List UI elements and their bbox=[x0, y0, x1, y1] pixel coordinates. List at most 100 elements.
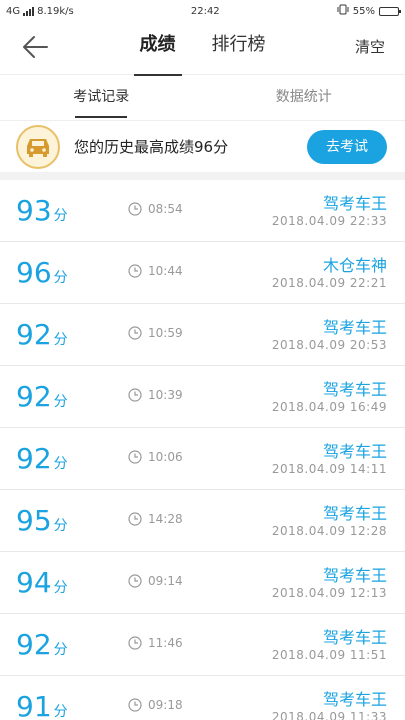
score-value: 92 bbox=[16, 442, 52, 475]
record-row[interactable]: 92 分 10:39 驾考车王 2018.04.09 16:49 bbox=[0, 366, 405, 428]
record-score: 95 分 bbox=[16, 504, 68, 543]
record-duration: 08:54 bbox=[128, 202, 183, 216]
record-duration: 11:46 bbox=[128, 636, 183, 650]
score-value: 91 bbox=[16, 690, 52, 720]
score-unit: 分 bbox=[53, 208, 68, 224]
record-duration: 10:06 bbox=[128, 450, 183, 464]
record-title: 驾考车王 bbox=[322, 566, 387, 585]
start-exam-button[interactable]: 去考试 bbox=[307, 129, 387, 164]
record-duration: 09:14 bbox=[128, 574, 183, 588]
record-title: 驾考车王 bbox=[322, 380, 387, 399]
sub-tabs: 考试记录 数据统计 bbox=[0, 74, 405, 120]
record-title: 驾考车王 bbox=[322, 318, 387, 337]
duration-value: 09:14 bbox=[148, 574, 183, 588]
duration-value: 10:06 bbox=[148, 450, 183, 464]
record-row[interactable]: 95 分 14:28 驾考车王 2018.04.09 12:28 bbox=[0, 490, 405, 552]
record-date: 2018.04.09 11:51 bbox=[271, 648, 387, 662]
record-score: 94 分 bbox=[16, 566, 68, 605]
score-value: 92 bbox=[16, 318, 52, 351]
record-title: 驾考车王 bbox=[322, 504, 387, 523]
car-icon bbox=[16, 124, 60, 169]
subtab-exam-records[interactable]: 考试记录 bbox=[0, 75, 203, 120]
score-unit: 分 bbox=[53, 332, 68, 348]
record-row[interactable]: 92 分 10:06 驾考车王 2018.04.09 14:11 bbox=[0, 428, 405, 490]
record-score: 92 分 bbox=[16, 318, 68, 357]
score-unit: 分 bbox=[53, 394, 68, 410]
duration-value: 10:39 bbox=[148, 388, 183, 402]
record-title: 驾考车王 bbox=[322, 690, 387, 709]
score-value: 92 bbox=[16, 628, 52, 661]
record-duration: 10:59 bbox=[128, 326, 183, 340]
clock: 22:42 bbox=[190, 5, 220, 17]
duration-value: 11:46 bbox=[148, 636, 183, 650]
record-duration: 10:44 bbox=[128, 264, 183, 278]
score-value: 93 bbox=[16, 194, 52, 227]
nav-tabs: 成绩 排行榜 bbox=[0, 22, 405, 76]
record-title: 驾考车王 bbox=[322, 194, 387, 213]
back-button[interactable] bbox=[20, 34, 50, 60]
duration-value: 08:54 bbox=[148, 202, 183, 216]
tab-ranking[interactable]: 排行榜 bbox=[206, 22, 272, 74]
record-date: 2018.04.09 11:33 bbox=[271, 710, 387, 720]
clear-button[interactable]: 清空 bbox=[355, 36, 385, 57]
duration-value: 10:44 bbox=[148, 264, 183, 278]
best-score-text: 您的历史最高成绩96分 bbox=[74, 138, 229, 156]
record-score: 92 分 bbox=[16, 442, 68, 481]
score-unit: 分 bbox=[53, 270, 68, 286]
score-unit: 分 bbox=[53, 642, 68, 658]
record-date: 2018.04.09 12:28 bbox=[271, 524, 387, 538]
clock-icon bbox=[128, 574, 142, 588]
record-row[interactable]: 93 分 08:54 驾考车王 2018.04.09 22:33 bbox=[0, 180, 405, 242]
clock-icon bbox=[128, 326, 142, 340]
status-left: 4G 8.19k/s bbox=[6, 6, 74, 17]
duration-value: 09:18 bbox=[148, 698, 183, 712]
record-row[interactable]: 94 分 09:14 驾考车王 2018.04.09 12:13 bbox=[0, 552, 405, 614]
signal-icon bbox=[23, 6, 35, 16]
back-arrow-icon bbox=[23, 36, 48, 58]
record-score: 92 分 bbox=[16, 380, 68, 419]
record-row[interactable]: 91 分 09:18 驾考车王 2018.04.09 11:33 bbox=[0, 676, 405, 720]
score-unit: 分 bbox=[53, 580, 68, 596]
record-date: 2018.04.09 22:21 bbox=[271, 276, 387, 290]
record-duration: 14:28 bbox=[128, 512, 183, 526]
clock-icon bbox=[128, 202, 142, 216]
record-row[interactable]: 96 分 10:44 木仓车神 2018.04.09 22:21 bbox=[0, 242, 405, 304]
record-date: 2018.04.09 14:11 bbox=[271, 462, 387, 476]
status-right: 55% bbox=[337, 4, 401, 18]
subtab-statistics[interactable]: 数据统计 bbox=[203, 75, 405, 120]
duration-value: 10:59 bbox=[148, 326, 183, 340]
score-value: 96 bbox=[16, 256, 52, 289]
record-score: 92 分 bbox=[16, 628, 68, 667]
score-value: 95 bbox=[16, 504, 52, 537]
clock-icon bbox=[128, 264, 142, 278]
vibrate-icon bbox=[337, 4, 349, 18]
tab-score[interactable]: 成绩 bbox=[133, 22, 182, 76]
clock-icon bbox=[128, 388, 142, 402]
record-title: 驾考车王 bbox=[322, 628, 387, 647]
status-bar: 4G 8.19k/s 22:42 55% bbox=[0, 0, 405, 22]
record-date: 2018.04.09 16:49 bbox=[271, 400, 387, 414]
records-list: 93 分 08:54 驾考车王 2018.04.09 22:33 96 分 10:4… bbox=[0, 180, 405, 720]
record-duration: 09:18 bbox=[128, 698, 183, 712]
score-unit: 分 bbox=[53, 456, 68, 472]
clock-icon bbox=[128, 698, 142, 712]
record-row[interactable]: 92 分 10:59 驾考车王 2018.04.09 20:53 bbox=[0, 304, 405, 366]
score-value: 94 bbox=[16, 566, 52, 599]
best-score-banner: 您的历史最高成绩96分 去考试 bbox=[0, 120, 405, 180]
record-date: 2018.04.09 22:33 bbox=[271, 214, 387, 228]
record-score: 91 分 bbox=[16, 690, 68, 720]
score-unit: 分 bbox=[53, 704, 68, 720]
carrier-label: 4G bbox=[6, 5, 21, 17]
record-duration: 10:39 bbox=[128, 388, 183, 402]
duration-value: 14:28 bbox=[148, 512, 183, 526]
clock-icon bbox=[128, 636, 142, 650]
record-date: 2018.04.09 20:53 bbox=[271, 338, 387, 352]
record-date: 2018.04.09 12:13 bbox=[271, 586, 387, 600]
clock-icon bbox=[128, 450, 142, 464]
score-value: 92 bbox=[16, 380, 52, 413]
record-row[interactable]: 92 分 11:46 驾考车王 2018.04.09 11:51 bbox=[0, 614, 405, 676]
record-title: 驾考车王 bbox=[322, 442, 387, 461]
nav-bar: 成绩 排行榜 清空 bbox=[0, 22, 405, 76]
clock-icon bbox=[128, 512, 142, 526]
record-title: 木仓车神 bbox=[322, 256, 387, 275]
